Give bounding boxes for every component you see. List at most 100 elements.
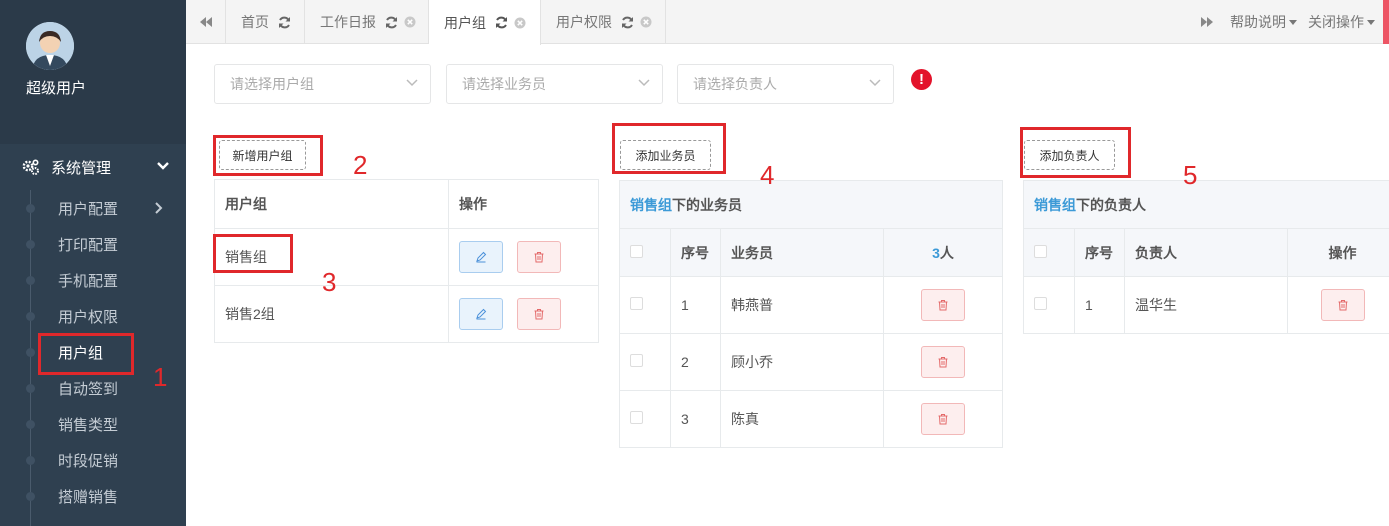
salesperson-select[interactable]: 请选择业务员 xyxy=(446,64,663,104)
annotation-number-2: 2 xyxy=(353,150,368,180)
tree-dot xyxy=(26,348,35,357)
salesperson-panel-title: 销售组 下的业务员 xyxy=(619,180,1003,228)
sidebar-item-label: 用户权限 xyxy=(58,308,119,326)
tab-work-report[interactable]: 工作日报 xyxy=(305,0,429,44)
pencil-icon xyxy=(476,308,487,320)
refresh-icon[interactable] xyxy=(495,16,508,29)
annotation-number-1: 1 xyxy=(153,362,168,392)
refresh-icon[interactable] xyxy=(278,16,291,29)
caption-suffix: 下的业务员 xyxy=(672,196,742,213)
select-placeholder: 请选择业务员 xyxy=(462,76,546,92)
annotation-box-1 xyxy=(38,333,134,375)
close-circle-icon[interactable] xyxy=(640,16,652,28)
select-all-checkbox[interactable] xyxy=(630,244,643,258)
row-index: 1 xyxy=(670,276,721,334)
delete-button[interactable] xyxy=(921,289,965,321)
sidebar-item-label: 用户配置 xyxy=(58,200,119,218)
sidebar-item-print-config[interactable]: 打印配置 xyxy=(0,226,186,262)
row-index: 2 xyxy=(670,333,721,391)
sidebar-item-sales-type[interactable]: 销售类型 xyxy=(0,406,186,442)
avatar-icon xyxy=(26,22,74,70)
close-circle-icon[interactable] xyxy=(404,16,416,28)
table-row[interactable]: 销售2组 xyxy=(214,285,599,343)
tree-dot xyxy=(26,384,35,393)
delete-button[interactable] xyxy=(921,403,965,435)
edit-button[interactable] xyxy=(459,241,503,273)
table-row[interactable]: 2 顾小乔 xyxy=(619,333,1003,391)
avatar[interactable] xyxy=(26,22,74,70)
close-circle-icon[interactable] xyxy=(514,17,526,29)
tree-dot xyxy=(26,420,35,429)
refresh-icon[interactable] xyxy=(385,16,398,29)
pencil-icon xyxy=(476,251,487,263)
trash-icon xyxy=(534,309,544,320)
row-checkbox-cell xyxy=(619,333,671,391)
refresh-icon[interactable] xyxy=(621,16,634,29)
table-row[interactable]: 1 温华生 xyxy=(1023,276,1389,334)
row-checkbox[interactable] xyxy=(1034,297,1047,310)
table-row[interactable]: 1 韩燕普 xyxy=(619,276,1003,334)
tab-user-permissions[interactable]: 用户权限 xyxy=(541,0,666,44)
sidebar-item-label: 时段促销 xyxy=(58,452,119,470)
double-right-icon xyxy=(1201,17,1213,27)
user-name[interactable]: 超级用户 xyxy=(26,77,86,98)
chevron-down-icon xyxy=(406,79,418,87)
delete-button[interactable] xyxy=(921,346,965,378)
tab-home[interactable]: 首页 xyxy=(226,0,305,44)
chevron-down-icon xyxy=(157,162,169,170)
close-ops-dropdown[interactable]: 关闭操作 xyxy=(1308,0,1375,44)
sidebar-item-label: 打印配置 xyxy=(58,236,119,254)
row-checkbox[interactable] xyxy=(630,354,643,367)
tab-label: 首页 xyxy=(241,14,269,30)
annotation-box-2 xyxy=(213,135,323,176)
salesperson-name: 顾小乔 xyxy=(720,333,884,391)
exit-button[interactable] xyxy=(1383,0,1389,44)
caption-suffix: 下的负责人 xyxy=(1076,196,1146,213)
tab-label: 用户组 xyxy=(444,14,486,31)
row-actions xyxy=(448,228,599,286)
count-number: 3 xyxy=(932,244,940,261)
sidebar-item-time-promotion[interactable]: 时段促销 xyxy=(0,442,186,478)
sidebar-item-bundle-sales[interactable]: 搭赠销售 xyxy=(0,478,186,514)
trash-icon xyxy=(938,300,948,311)
user-group-select[interactable]: 请选择用户组 xyxy=(214,64,431,104)
help-dropdown[interactable]: 帮助说明 xyxy=(1230,0,1297,44)
sidebar-item-mobile-config[interactable]: 手机配置 xyxy=(0,262,186,298)
table-row[interactable]: 3 陈真 xyxy=(619,390,1003,448)
column-header-group: 用户组 xyxy=(214,179,449,229)
sidebar-item-label: 自动签到 xyxy=(58,380,119,398)
tab-user-group[interactable]: 用户组 xyxy=(429,0,541,45)
select-placeholder: 请选择负责人 xyxy=(693,76,777,92)
row-checkbox-cell xyxy=(619,276,671,334)
manager-name: 温华生 xyxy=(1124,276,1288,334)
row-actions xyxy=(1287,276,1389,334)
delete-button[interactable] xyxy=(1320,289,1365,321)
row-checkbox[interactable] xyxy=(630,297,643,310)
gears-icon xyxy=(22,159,39,175)
row-checkbox[interactable] xyxy=(630,411,643,424)
tab-label: 工作日报 xyxy=(320,14,376,30)
sidebar-item-user-config[interactable]: 用户配置 xyxy=(0,190,186,226)
caret-down-icon xyxy=(1367,19,1375,25)
table-header-row: 用户组 操作 xyxy=(214,179,599,229)
edit-button[interactable] xyxy=(459,298,503,330)
tree-dot xyxy=(26,276,35,285)
annotation-box-3 xyxy=(213,234,293,273)
trash-icon xyxy=(938,357,948,368)
alert-icon[interactable]: ! xyxy=(911,69,932,90)
column-header-ops: 操作 xyxy=(448,179,599,229)
sidebar-item-user-permissions[interactable]: 用户权限 xyxy=(0,298,186,334)
manager-select[interactable]: 请选择负责人 xyxy=(677,64,894,104)
delete-button[interactable] xyxy=(516,298,561,330)
sidebar-item-label: 手机配置 xyxy=(58,272,119,290)
column-header-ops: 操作 xyxy=(1287,228,1389,277)
delete-button[interactable] xyxy=(516,241,561,273)
app-window: 超级用户 系统管理 用户配置 打印配置 手机配置 用户权限 用户组 自动签到 销… xyxy=(0,0,1389,526)
select-all-cell xyxy=(619,228,671,277)
menu-system-management[interactable]: 系统管理 xyxy=(0,148,186,186)
row-checkbox-cell xyxy=(1023,276,1075,334)
chevron-down-icon xyxy=(638,79,650,87)
select-all-checkbox[interactable] xyxy=(1034,244,1047,258)
tab-scroll-right-button[interactable] xyxy=(1200,0,1214,44)
tab-scroll-left-button[interactable] xyxy=(186,0,226,44)
